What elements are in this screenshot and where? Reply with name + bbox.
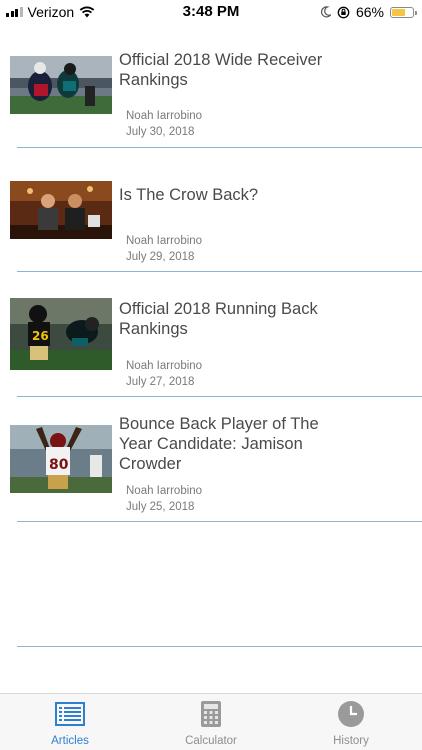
rotation-lock-icon bbox=[337, 6, 350, 18]
divider bbox=[17, 147, 422, 148]
divider bbox=[17, 271, 422, 272]
status-bar: Verizon 3:48 PM 66% bbox=[0, 0, 422, 24]
svg-text:80: 80 bbox=[49, 457, 69, 473]
tab-bar: Articles Calculator History bbox=[0, 693, 422, 750]
article-thumbnail[interactable]: 26 bbox=[10, 298, 112, 370]
article-author: Noah Iarrobino bbox=[126, 485, 203, 497]
calculator-icon bbox=[201, 701, 221, 727]
article-thumbnail[interactable] bbox=[10, 181, 112, 239]
article-title[interactable]: Bounce Back Player of The Year Candidate… bbox=[119, 414, 339, 474]
article-title[interactable]: Is The Crow Back? bbox=[119, 185, 349, 205]
moon-icon bbox=[320, 6, 331, 18]
article-title[interactable]: Official 2018 Running Back Rankings bbox=[119, 299, 349, 339]
tab-articles[interactable]: Articles bbox=[20, 700, 120, 747]
battery-icon bbox=[390, 6, 417, 18]
tab-history[interactable]: History bbox=[301, 700, 401, 747]
divider bbox=[17, 521, 422, 522]
article-date: July 27, 2018 bbox=[126, 376, 195, 388]
svg-text:26: 26 bbox=[32, 329, 49, 343]
battery-percent: 66% bbox=[355, 4, 384, 20]
divider bbox=[17, 646, 422, 647]
article-author: Noah Iarrobino bbox=[126, 360, 203, 372]
article-author: Noah Iarrobino bbox=[126, 110, 203, 122]
article-date: July 25, 2018 bbox=[126, 501, 195, 513]
tab-label: Calculator bbox=[185, 735, 237, 747]
tab-calculator[interactable]: Calculator bbox=[161, 700, 261, 747]
article-thumbnail[interactable]: 80 bbox=[10, 425, 112, 493]
article-author: Noah Iarrobino bbox=[126, 235, 203, 247]
article-title[interactable]: Official 2018 Wide Receiver Rankings bbox=[119, 50, 349, 90]
clock-icon bbox=[338, 701, 364, 727]
article-date: July 30, 2018 bbox=[126, 126, 195, 138]
status-right: 66% bbox=[320, 4, 417, 20]
divider bbox=[17, 396, 422, 397]
article-thumbnail[interactable] bbox=[10, 56, 112, 114]
list-icon bbox=[55, 702, 85, 726]
tab-label: History bbox=[333, 735, 369, 747]
tab-label: Articles bbox=[51, 735, 89, 747]
article-date: July 29, 2018 bbox=[126, 251, 195, 263]
